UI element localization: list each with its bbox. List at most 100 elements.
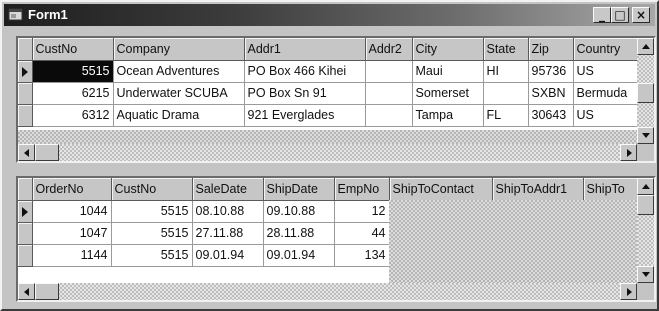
horizontal-scroll-thumb[interactable]: [35, 283, 59, 300]
cell-custno[interactable]: 5515: [111, 222, 193, 245]
cell-zip[interactable]: 30643: [528, 104, 574, 127]
cell-country[interactable]: US: [573, 60, 638, 83]
cell-custno[interactable]: 5515: [32, 60, 114, 83]
cell-addr1[interactable]: 921 Everglades: [244, 104, 366, 127]
scroll-left-button[interactable]: [18, 283, 35, 300]
arrow-up-icon: [642, 44, 650, 49]
cell-empno[interactable]: 44: [334, 222, 390, 245]
vertical-scroll-thumb[interactable]: [637, 83, 654, 103]
table-row[interactable]: 6312 Aquatic Drama 921 Everglades Tampa …: [18, 104, 638, 127]
cell-addr1[interactable]: PO Box Sn 91: [244, 82, 366, 105]
vertical-scroll-thumb[interactable]: [637, 195, 654, 215]
cell-country[interactable]: US: [573, 104, 638, 127]
scroll-right-button[interactable]: [620, 144, 637, 161]
cell-zip[interactable]: 95736: [528, 60, 574, 83]
scrollbar-corner: [637, 283, 654, 300]
form-app-icon: [8, 8, 23, 21]
cell-addr2[interactable]: [365, 82, 413, 105]
cell-company[interactable]: Aquatic Drama: [113, 104, 245, 127]
cell-country[interactable]: Bermuda: [573, 82, 638, 105]
cell-addr2[interactable]: [365, 104, 413, 127]
scroll-up-button[interactable]: [637, 178, 654, 195]
cell-saledate[interactable]: 09.01.94: [192, 244, 264, 267]
cell-company[interactable]: Ocean Adventures: [113, 60, 245, 83]
cell-orderno[interactable]: 1144: [32, 244, 112, 267]
cell-city[interactable]: Maui: [412, 60, 484, 83]
vertical-scrollbar[interactable]: [637, 178, 654, 283]
col-header-addr1[interactable]: Addr1: [244, 38, 366, 61]
scroll-down-button[interactable]: [637, 127, 654, 144]
cell-shipdate[interactable]: 09.10.88: [263, 200, 335, 223]
row-indicator[interactable]: [18, 222, 33, 245]
col-header-shiptoaddr1[interactable]: ShipToAddr1: [492, 178, 584, 201]
cell-state[interactable]: [483, 82, 529, 105]
arrow-right-icon: [627, 288, 632, 296]
scrollbar-corner: [637, 144, 654, 161]
vertical-scrollbar[interactable]: [637, 38, 654, 144]
cell-shipdate[interactable]: 28.11.88: [263, 222, 335, 245]
col-header-empno[interactable]: EmpNo: [334, 178, 390, 201]
cell-company[interactable]: Underwater SCUBA: [113, 82, 245, 105]
cell-custno[interactable]: 5515: [111, 244, 193, 267]
col-header-saledate[interactable]: SaleDate: [192, 178, 264, 201]
header-row: OrderNo CustNo SaleDate ShipDate EmpNo S…: [18, 178, 638, 201]
window-title: Form1: [28, 7, 68, 22]
minimize-button[interactable]: _: [593, 7, 611, 23]
cell-addr1[interactable]: PO Box 466 Kihei: [244, 60, 366, 83]
minimize-icon: _: [599, 8, 605, 22]
cell-custno[interactable]: 5515: [111, 200, 193, 223]
table-row[interactable]: 6215 Underwater SCUBA PO Box Sn 91 Somer…: [18, 82, 638, 105]
cell-orderno[interactable]: 1044: [32, 200, 112, 223]
cell-custno[interactable]: 6215: [32, 82, 114, 105]
cell-city[interactable]: Somerset: [412, 82, 484, 105]
arrow-down-icon: [642, 133, 650, 138]
cell-addr2[interactable]: [365, 60, 413, 83]
col-header-zip[interactable]: Zip: [528, 38, 574, 61]
col-header-orderno[interactable]: OrderNo: [32, 178, 112, 201]
col-header-city[interactable]: City: [412, 38, 484, 61]
cell-empno[interactable]: 12: [334, 200, 390, 223]
col-header-shipto[interactable]: ShipTo: [583, 178, 638, 201]
row-indicator[interactable]: [18, 200, 33, 223]
horizontal-scrollbar[interactable]: [18, 144, 637, 161]
table-row[interactable]: 5515 Ocean Adventures PO Box 466 Kihei M…: [18, 60, 638, 83]
horizontal-scroll-thumb[interactable]: [35, 144, 59, 161]
close-button[interactable]: ×: [632, 7, 650, 23]
maximize-icon: □: [614, 8, 626, 22]
customers-table: CustNo Company Addr1 Addr2 City State Zi…: [18, 38, 638, 127]
cell-city[interactable]: Tampa: [412, 104, 484, 127]
customers-grid[interactable]: CustNo Company Addr1 Addr2 City State Zi…: [16, 36, 656, 163]
row-indicator[interactable]: [18, 60, 33, 83]
cell-shipdate[interactable]: 09.01.94: [263, 244, 335, 267]
col-header-company[interactable]: Company: [113, 38, 245, 61]
cell-saledate[interactable]: 27.11.88: [192, 222, 264, 245]
cell-zip[interactable]: SXBN: [528, 82, 574, 105]
row-indicator[interactable]: [18, 104, 33, 127]
cell-saledate[interactable]: 08.10.88: [192, 200, 264, 223]
row-indicator[interactable]: [18, 244, 33, 267]
col-header-addr2[interactable]: Addr2: [365, 38, 413, 61]
scroll-down-button[interactable]: [637, 266, 654, 283]
scroll-left-button[interactable]: [18, 144, 35, 161]
cell-orderno[interactable]: 1047: [32, 222, 112, 245]
col-header-country[interactable]: Country: [573, 38, 638, 61]
grid-empty-area: [389, 200, 637, 284]
col-header-shiptocontact[interactable]: ShipToContact: [389, 178, 493, 201]
scroll-up-button[interactable]: [637, 38, 654, 55]
arrow-left-icon: [24, 288, 29, 296]
col-header-custno[interactable]: CustNo: [111, 178, 193, 201]
col-header-state[interactable]: State: [483, 38, 529, 61]
cell-empno[interactable]: 134: [334, 244, 390, 267]
current-row-arrow-icon: [22, 66, 28, 77]
scroll-right-button[interactable]: [620, 283, 637, 300]
cell-custno[interactable]: 6312: [32, 104, 114, 127]
horizontal-scrollbar[interactable]: [18, 283, 637, 300]
col-header-shipdate[interactable]: ShipDate: [263, 178, 335, 201]
orders-grid[interactable]: OrderNo CustNo SaleDate ShipDate EmpNo S…: [16, 176, 656, 302]
row-indicator[interactable]: [18, 82, 33, 105]
title-bar[interactable]: Form1 _ □ ×: [4, 4, 655, 26]
cell-state[interactable]: FL: [483, 104, 529, 127]
col-header-custno[interactable]: CustNo: [32, 38, 114, 61]
maximize-button[interactable]: □: [611, 7, 629, 23]
cell-state[interactable]: HI: [483, 60, 529, 83]
